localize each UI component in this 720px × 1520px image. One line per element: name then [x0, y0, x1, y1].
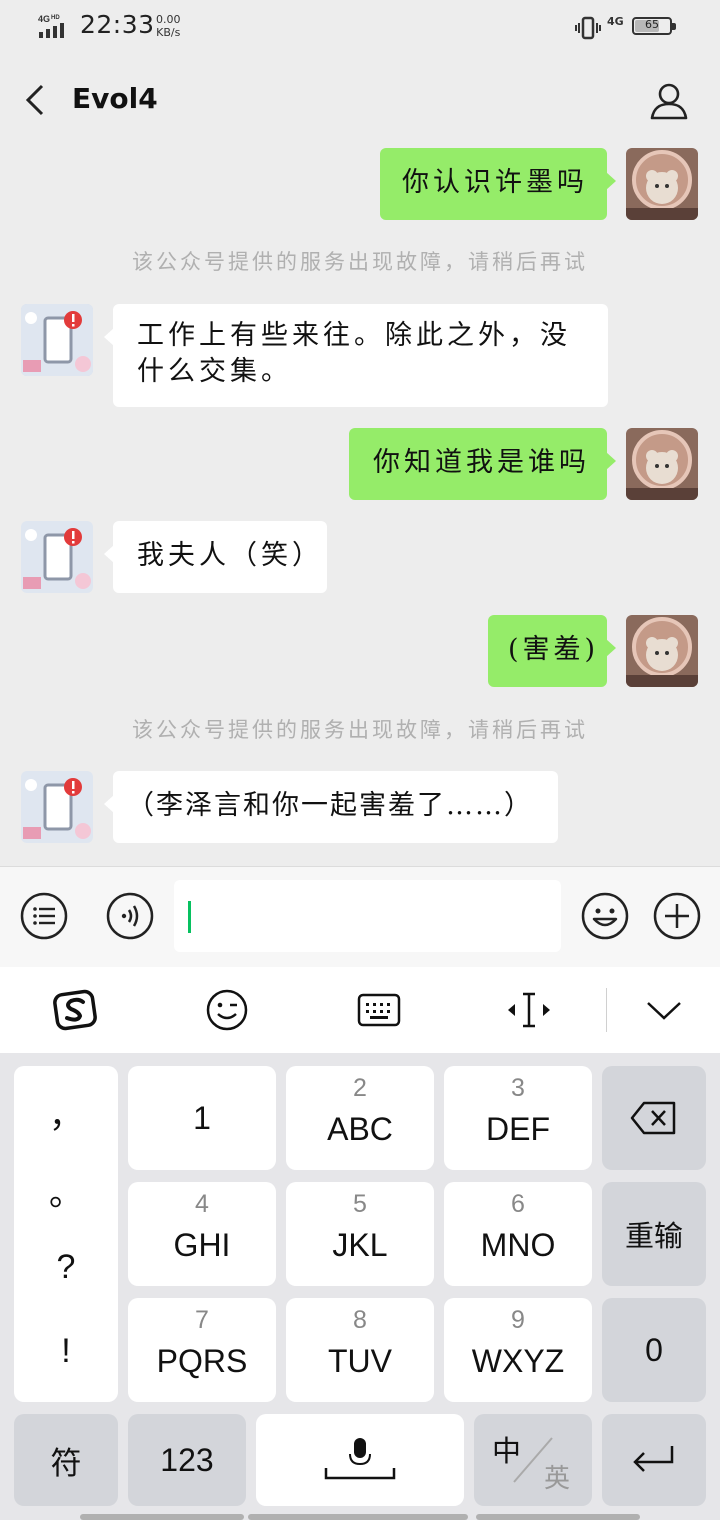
battery-icon: 65 [632, 17, 678, 37]
backspace-icon [630, 1101, 676, 1135]
message-bubble-sent[interactable]: 你认识许墨吗 [380, 148, 616, 220]
message-bubble-sent[interactable]: (害羞) [488, 615, 616, 687]
key-1[interactable]: 1 [128, 1066, 276, 1170]
vibrate-icon [575, 16, 601, 40]
status-bar: 4G HD 22:33 0.00 KB/s 4G 65 [0, 0, 720, 56]
message-list: 你认识许墨吗 该公众号提供的服务出现故障，请稍后再试 工作上有些来往。除此之外，… [0, 142, 720, 866]
official-account-avatar[interactable] [21, 304, 93, 376]
language-switch-key[interactable]: 中 英 [474, 1414, 592, 1506]
enter-icon [633, 1446, 674, 1472]
system-notice: 该公众号提供的服务出现故障，请稍后再试 [132, 718, 588, 742]
signal-icon: 4G HD [38, 14, 64, 38]
svg-text:HD: HD [51, 15, 60, 21]
key-7[interactable]: 7 PQRS [128, 1298, 276, 1402]
key-0[interactable]: 0 [602, 1298, 706, 1402]
enter-key[interactable] [602, 1414, 706, 1506]
key-9[interactable]: 9 WXYZ [444, 1298, 592, 1402]
message-bubble-received[interactable]: （李泽言和你一起害羞了……） [104, 771, 558, 843]
plus-icon[interactable] [652, 891, 702, 941]
space-key[interactable] [256, 1414, 464, 1506]
number-mode-key[interactable]: 123 [128, 1414, 246, 1506]
punct-key-comma[interactable]: ， [14, 1088, 118, 1137]
key-3[interactable]: 3 DEF [444, 1066, 592, 1170]
person-icon[interactable] [648, 80, 690, 122]
punct-key-question[interactable]: ? [14, 1248, 118, 1287]
home-indicator [80, 1514, 244, 1520]
message-input[interactable] [174, 880, 561, 952]
backspace-key[interactable] [602, 1066, 706, 1170]
svg-text:4G: 4G [38, 14, 50, 24]
network-speed: 0.00 KB/s [156, 13, 181, 39]
key-8[interactable]: 8 TUV [286, 1298, 434, 1402]
user-avatar[interactable] [626, 428, 698, 500]
user-avatar[interactable] [626, 615, 698, 687]
menu-list-icon[interactable] [19, 891, 69, 941]
key-4[interactable]: 4 GHI [128, 1182, 276, 1286]
official-account-avatar[interactable] [21, 771, 93, 843]
text-cursor [188, 901, 191, 933]
toolbar-divider [606, 988, 607, 1032]
punctuation-column[interactable]: ， 。 ? ! [14, 1066, 118, 1402]
cursor-move-icon[interactable] [506, 987, 552, 1033]
keyboard-icon[interactable] [356, 987, 402, 1033]
sogou-logo-icon[interactable] [52, 987, 98, 1033]
key-6[interactable]: 6 MNO [444, 1182, 592, 1286]
home-indicator [248, 1514, 468, 1520]
voice-icon[interactable] [105, 891, 155, 941]
chevron-down-icon[interactable] [641, 987, 687, 1033]
symbols-key[interactable]: 符 [14, 1414, 118, 1506]
keyboard-toolbar [0, 967, 720, 1053]
wink-emoji-icon[interactable] [204, 987, 250, 1033]
microphone-icon [324, 1438, 396, 1480]
reenter-key[interactable]: 重输 [602, 1182, 706, 1286]
chevron-left-icon[interactable] [20, 80, 50, 120]
chat-title: Evol4 [72, 82, 158, 115]
message-bubble-sent[interactable]: 你知道我是谁吗 [349, 428, 616, 500]
home-indicator [476, 1514, 640, 1520]
punct-key-exclamation[interactable]: ! [14, 1332, 118, 1371]
battery-level: 65 [645, 18, 659, 31]
user-avatar[interactable] [626, 148, 698, 220]
system-notice: 该公众号提供的服务出现故障，请稍后再试 [132, 250, 588, 274]
key-5[interactable]: 5 JKL [286, 1182, 434, 1286]
input-bar [0, 866, 720, 967]
network-type: 4G [607, 15, 624, 28]
official-account-avatar[interactable] [21, 521, 93, 593]
key-2[interactable]: 2 ABC [286, 1066, 434, 1170]
chat-header: Evol4 [0, 56, 720, 142]
message-bubble-received[interactable]: 我夫人（笑） [104, 521, 327, 593]
keyboard: ， 。 ? ! 1 2 ABC 3 DEF 4 GHI 5 JKL 6 MNO … [0, 1053, 720, 1520]
message-bubble-received[interactable]: 工作上有些来往。除此之外，没什么交集。 [104, 304, 608, 407]
punct-key-period[interactable]: 。 [14, 1166, 118, 1215]
status-time: 22:33 [80, 10, 155, 39]
emoji-icon[interactable] [580, 891, 630, 941]
